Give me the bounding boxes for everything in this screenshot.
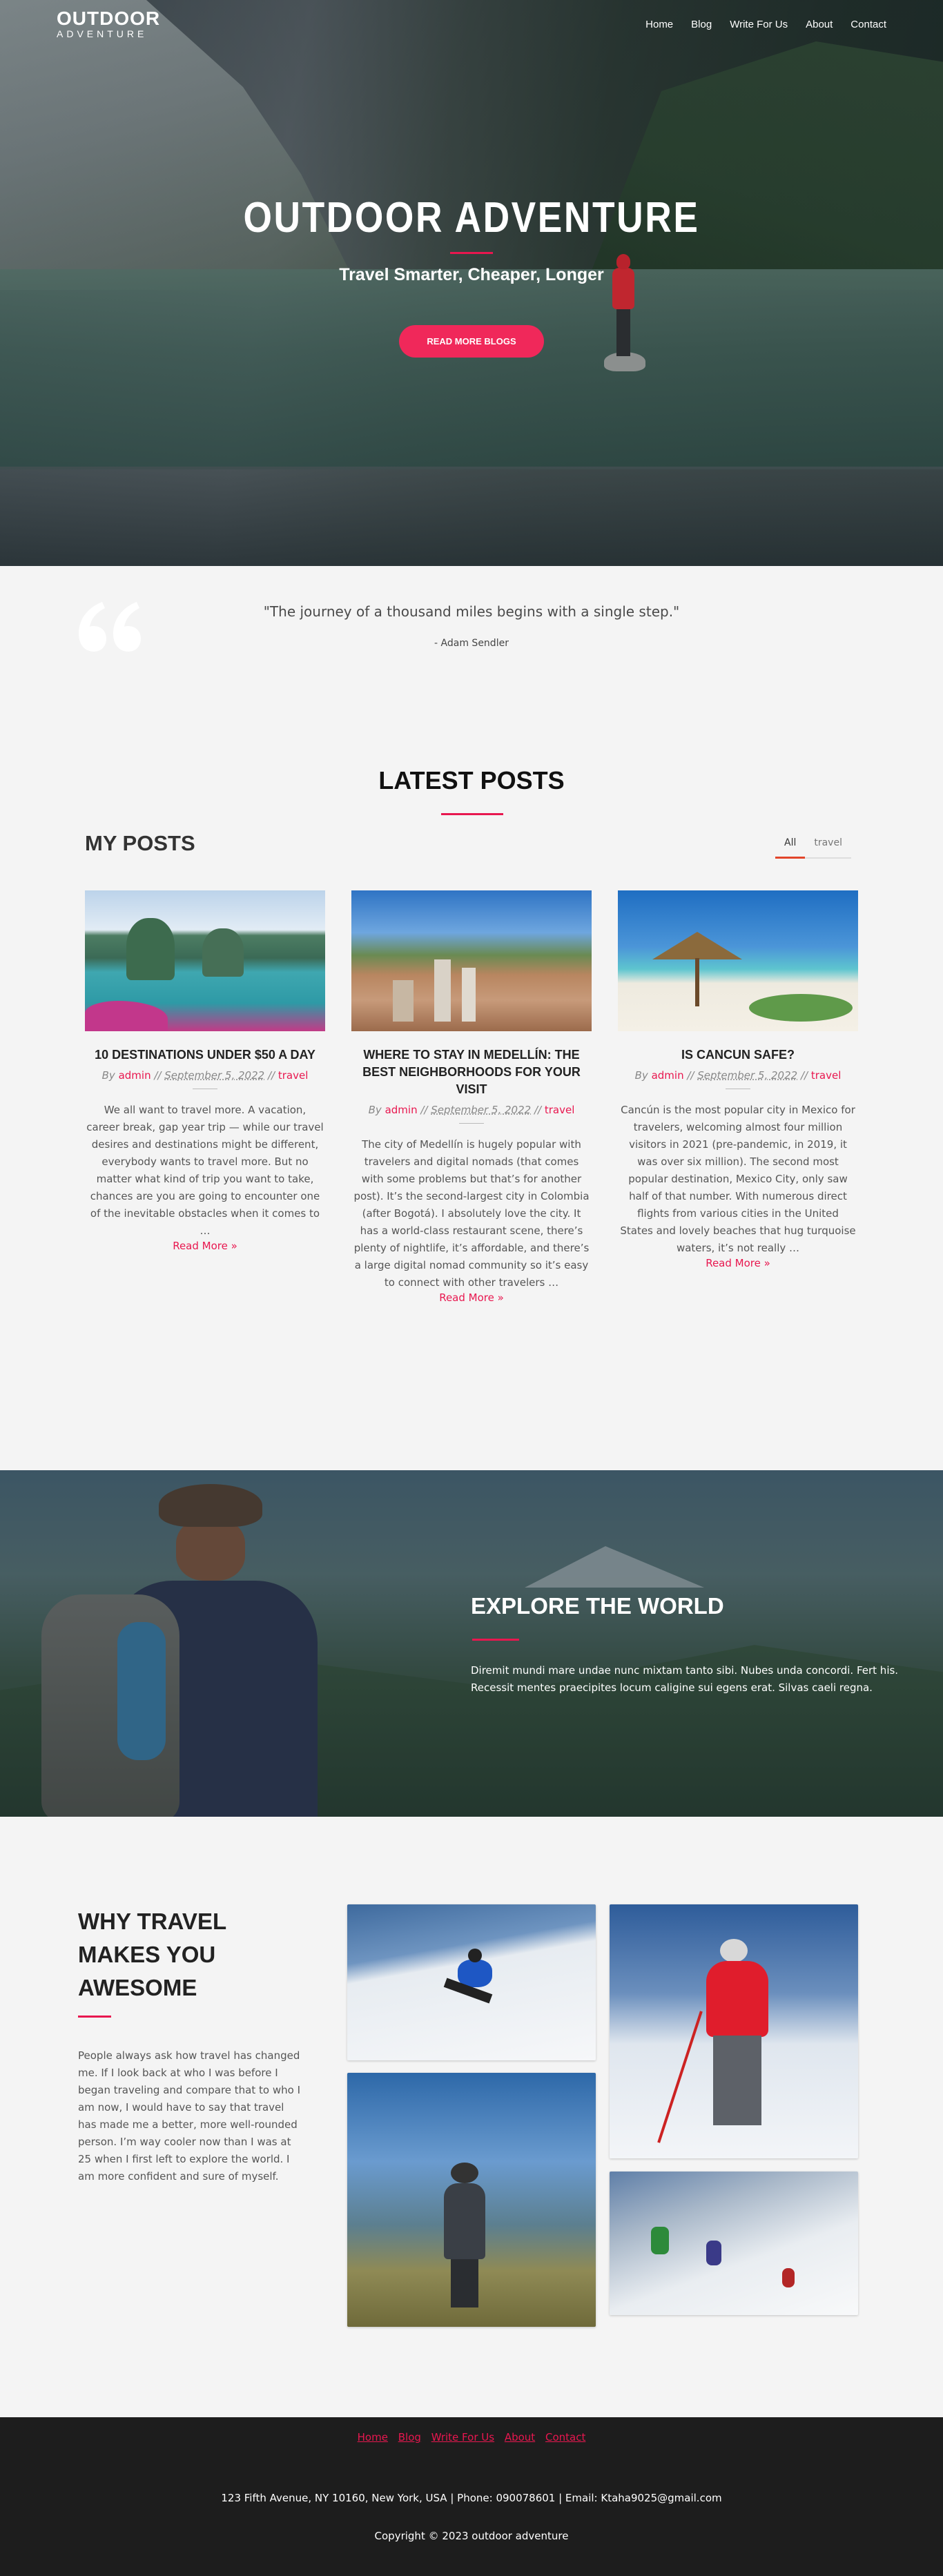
meta-separator: // <box>534 1104 545 1116</box>
explore-text: Diremit mundi mare undae nunc mixtam tan… <box>471 1664 899 1694</box>
post-title[interactable]: 10 DESTINATIONS UNDER $50 A DAY <box>85 1046 325 1064</box>
photo-mountain-biker <box>347 2073 596 2327</box>
post-category-link[interactable]: travel <box>811 1069 842 1082</box>
explore-title: EXPLORE THE WORLD <box>471 1593 724 1619</box>
footer-link-about[interactable]: About <box>505 2431 535 2443</box>
post-meta: By admin // September 5, 2022 // travel <box>351 1104 592 1116</box>
site-footer: Home Blog Write For Us About Contact 123… <box>0 2417 943 2576</box>
photo-skier-red-jacket <box>610 1904 858 2158</box>
post-excerpt: We all want to travel more. A vacation, … <box>86 1104 324 1237</box>
meta-separator: // <box>154 1069 165 1082</box>
nav-home[interactable]: Home <box>645 19 673 30</box>
post-image-halong-bay[interactable] <box>85 890 325 1031</box>
filter-all[interactable]: All <box>775 833 806 859</box>
post-title[interactable]: IS CANCUN SAFE? <box>618 1046 858 1064</box>
why-travel-divider <box>78 2016 111 2018</box>
post-author-link[interactable]: admin <box>652 1069 684 1082</box>
post-image-cancun-beach[interactable] <box>618 890 858 1031</box>
footer-link-blog[interactable]: Blog <box>398 2431 421 2443</box>
post-date[interactable]: September 5, 2022 <box>164 1069 264 1082</box>
read-more-link[interactable]: Read More » <box>351 1291 592 1304</box>
nav-contact[interactable]: Contact <box>850 19 886 30</box>
post-image-medellin[interactable] <box>351 890 592 1031</box>
latest-posts-divider <box>441 813 503 815</box>
post-divider <box>459 1123 484 1124</box>
hero-content: OUTDOOR ADVENTURE Travel Smarter, Cheape… <box>0 193 943 358</box>
filter-travel[interactable]: travel <box>805 833 851 859</box>
post-card: IS CANCUN SAFE? By admin // September 5,… <box>618 890 858 1304</box>
nav-write-for-us[interactable]: Write For Us <box>730 19 788 30</box>
top-nav: OUTDOOR ADVENTURE Home Blog Write For Us… <box>0 0 943 48</box>
post-author-link[interactable]: admin <box>119 1069 151 1082</box>
meta-separator: // <box>687 1069 698 1082</box>
nav-about[interactable]: About <box>806 19 833 30</box>
site-logo[interactable]: OUTDOOR ADVENTURE <box>57 8 161 40</box>
why-travel-section: WHY TRAVEL MAKES YOU AWESOME People alwa… <box>0 1817 943 2417</box>
footer-copyright: Copyright © 2023 outdoor adventure <box>374 2530 569 2542</box>
nav-menu: Home Blog Write For Us About Contact <box>645 19 886 30</box>
hero-section: OUTDOOR ADVENTURE Home Blog Write For Us… <box>0 0 943 566</box>
meta-separator: // <box>800 1069 811 1082</box>
hero-lower-band <box>0 467 943 566</box>
footer-link-home[interactable]: Home <box>358 2431 388 2443</box>
quote-section: "The journey of a thousand miles begins … <box>0 566 943 725</box>
post-date[interactable]: September 5, 2022 <box>697 1069 797 1082</box>
post-category-link[interactable]: travel <box>545 1104 575 1116</box>
read-more-blogs-button[interactable]: READ MORE BLOGS <box>399 325 544 358</box>
logo-line1: OUTDOOR <box>57 8 161 29</box>
post-by-label: By <box>101 1069 115 1082</box>
quote-author: - Adam Sendler <box>434 638 509 649</box>
footer-link-write-for-us[interactable]: Write For Us <box>431 2431 494 2443</box>
read-more-link[interactable]: Read More » <box>618 1257 858 1269</box>
explore-section: EXPLORE THE WORLD Diremit mundi mare und… <box>0 1470 943 1817</box>
latest-posts-title: LATEST POSTS <box>378 766 565 794</box>
post-excerpt: Cancún is the most popular city in Mexic… <box>620 1104 856 1254</box>
why-travel-text: People always ask how travel has changed… <box>78 2049 300 2183</box>
my-posts-heading: MY POSTS <box>85 831 195 855</box>
post-date[interactable]: September 5, 2022 <box>431 1104 531 1116</box>
post-by-label: By <box>634 1069 648 1082</box>
footer-address: 123 Fifth Avenue, NY 10160, New York, US… <box>221 2492 722 2504</box>
explore-overlay <box>0 1470 943 1817</box>
quote-text: "The journey of a thousand miles begins … <box>263 603 680 620</box>
meta-separator: // <box>267 1069 278 1082</box>
nav-blog[interactable]: Blog <box>691 19 712 30</box>
post-by-label: By <box>368 1104 382 1116</box>
post-meta: By admin // September 5, 2022 // travel <box>85 1069 325 1082</box>
photo-ski-touring-group <box>610 2172 858 2315</box>
hero-title: OUTDOOR ADVENTURE <box>243 194 700 242</box>
why-travel-title: WHY TRAVEL MAKES YOU AWESOME <box>78 1909 226 2000</box>
footer-link-contact[interactable]: Contact <box>545 2431 585 2443</box>
post-cards: 10 DESTINATIONS UNDER $50 A DAY By admin… <box>85 890 858 1304</box>
read-more-link[interactable]: Read More » <box>85 1240 325 1252</box>
latest-posts-section: LATEST POSTS MY POSTS All travel 10 DEST… <box>0 725 943 1470</box>
hero-subtitle: Travel Smarter, Cheaper, Longer <box>339 265 604 284</box>
explore-divider <box>472 1639 519 1641</box>
meta-separator: // <box>420 1104 431 1116</box>
post-filters: All travel <box>775 833 851 859</box>
post-title[interactable]: WHERE TO STAY IN MEDELLÍN: THE BEST NEIG… <box>351 1046 592 1098</box>
footer-links: Home Blog Write For Us About Contact <box>0 2417 943 2443</box>
post-card: 10 DESTINATIONS UNDER $50 A DAY By admin… <box>85 890 325 1304</box>
post-author-link[interactable]: admin <box>385 1104 418 1116</box>
hero-divider <box>450 252 493 254</box>
post-category-link[interactable]: travel <box>278 1069 309 1082</box>
post-card: WHERE TO STAY IN MEDELLÍN: THE BEST NEIG… <box>351 890 592 1304</box>
photo-skier-downhill <box>347 1904 596 2060</box>
logo-line2: ADVENTURE <box>57 28 148 39</box>
post-meta: By admin // September 5, 2022 // travel <box>618 1069 858 1082</box>
post-excerpt: The city of Medellín is hugely popular w… <box>353 1138 590 1289</box>
